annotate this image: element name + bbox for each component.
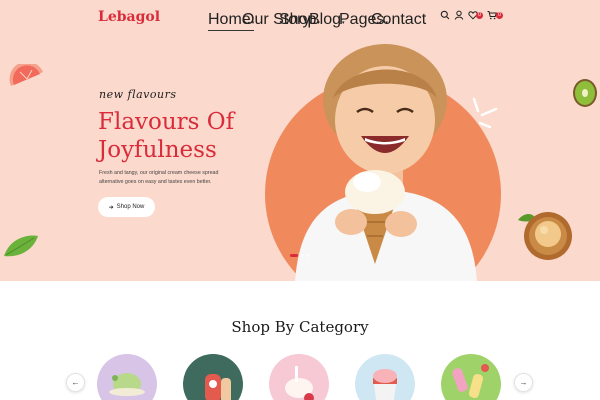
fruit-popsicles-image — [452, 364, 489, 398]
hero-headline: Flavours Of Joyfulness — [98, 108, 234, 164]
headline-line-1: Flavours Of — [98, 109, 235, 135]
ice-cream-bowl-icon — [518, 212, 572, 260]
cart-count-badge: 0 — [496, 12, 503, 19]
category-item[interactable] — [269, 354, 329, 400]
hero-description: Fresh and tangy, our original cream chee… — [99, 170, 219, 185]
arrow-right-icon: → — [519, 378, 528, 387]
hero-script-text: new flavours — [99, 88, 177, 101]
leaf-icon — [4, 235, 38, 257]
user-icon[interactable] — [454, 10, 464, 20]
slider-dot[interactable] — [301, 254, 304, 257]
category-prev-button[interactable]: ← — [66, 373, 85, 392]
category-item[interactable] — [97, 354, 157, 400]
category-item[interactable] — [183, 354, 243, 400]
category-item[interactable] — [441, 354, 501, 400]
arrow-left-icon: ← — [71, 378, 80, 387]
category-item[interactable] — [355, 354, 415, 400]
shop-by-category-title: Shop By Category — [231, 318, 369, 336]
grapefruit-slice-icon — [9, 64, 43, 86]
nav-item-contact[interactable]: Contact — [371, 11, 426, 29]
child-with-ice-cream-image — [295, 44, 477, 281]
hero-section: Lebagol Home▾ Our Story Shop▾ Blog▾ Page… — [0, 0, 600, 281]
site-logo[interactable]: Lebagol — [98, 9, 160, 25]
search-icon[interactable] — [440, 10, 450, 20]
nav-label: Contact — [371, 11, 427, 28]
matcha-ice-cream-image — [109, 373, 145, 396]
arrow-right-icon: ➜ — [108, 204, 114, 211]
shop-now-label: Shop Now — [116, 204, 145, 210]
popsicle-image — [205, 374, 231, 400]
ice-cream-cup-image — [285, 366, 314, 400]
hero-slider-dots — [290, 254, 310, 257]
headline-line-2: Joyfulness — [98, 137, 217, 163]
wishlist-count-badge: 0 — [476, 12, 483, 19]
category-next-button[interactable]: → — [514, 373, 533, 392]
nav-label: Blog — [309, 11, 342, 28]
slider-dot-active[interactable] — [290, 254, 298, 257]
slider-dot[interactable] — [307, 254, 310, 257]
shop-now-button[interactable]: ➜ Shop Now — [98, 197, 155, 217]
strawberry-ice-cream-image — [373, 369, 397, 400]
kiwi-icon — [573, 79, 597, 107]
